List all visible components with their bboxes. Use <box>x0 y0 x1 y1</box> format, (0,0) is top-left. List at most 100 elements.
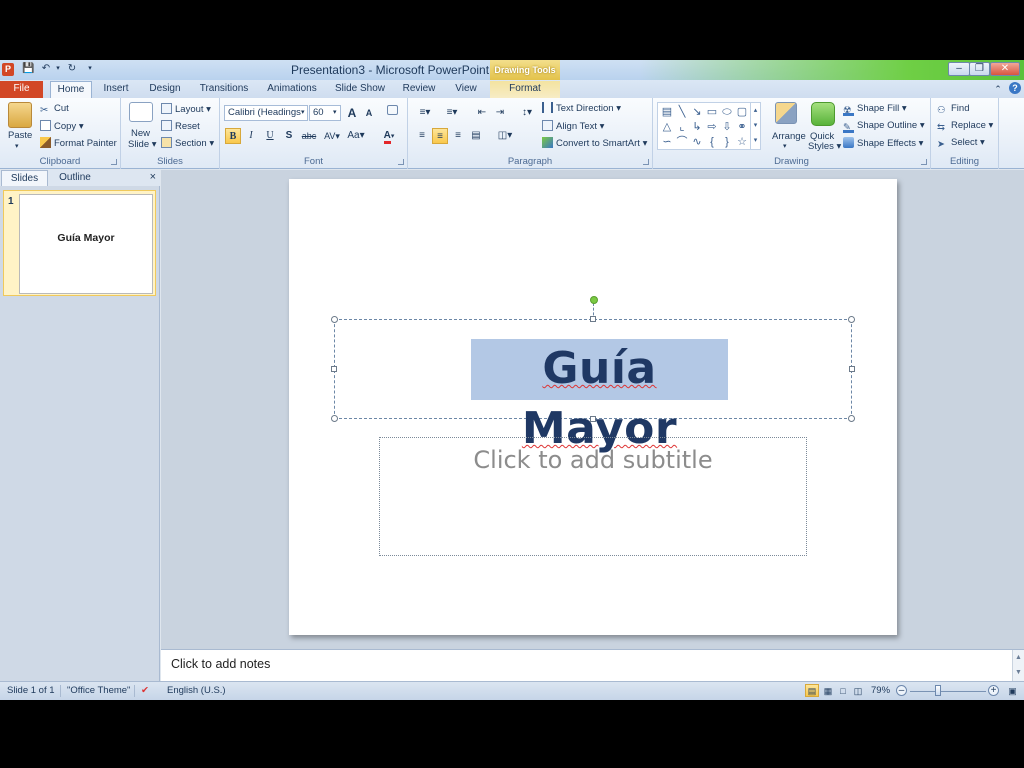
rectangle-shape-icon[interactable]: ▭ <box>705 105 719 119</box>
line-spacing-icon[interactable]: ↕▾ <box>516 105 538 121</box>
font-name-dropdown-icon[interactable]: ▾ <box>301 107 305 119</box>
down-arrow-shape-icon[interactable]: ⇩ <box>720 120 734 134</box>
find-button[interactable]: ⚇ Find <box>937 103 969 116</box>
align-left-icon[interactable]: ≡ <box>414 128 430 144</box>
change-case-button[interactable]: Aa▾ <box>345 128 367 144</box>
tab-transitions[interactable]: Transitions <box>196 81 252 98</box>
quick-styles-button-label[interactable]: Styles ▾ <box>808 141 841 153</box>
reading-view-icon[interactable]: □ <box>836 684 850 697</box>
curved-shape-icon[interactable]: ⚭ <box>735 120 749 134</box>
select-button[interactable]: ➤ Select ▾ <box>937 137 985 150</box>
justify-icon[interactable]: ▤ <box>468 128 484 144</box>
paste-button[interactable]: Paste <box>8 130 32 142</box>
minimize-ribbon-icon[interactable]: ⌃ <box>992 81 1004 98</box>
zoom-slider-track[interactable] <box>910 691 986 692</box>
tab-slides[interactable]: Slides <box>1 170 48 186</box>
tab-insert[interactable]: Insert <box>98 81 134 98</box>
shrink-font-button[interactable]: A <box>361 105 377 121</box>
replace-button[interactable]: ⇆ Replace ▾ <box>937 120 993 133</box>
font-name-combo[interactable]: Calibri (Headings) <box>224 105 308 121</box>
clear-formatting-icon[interactable] <box>384 105 400 121</box>
subtitle-placeholder[interactable]: Click to add subtitle <box>379 437 807 556</box>
curve-shape-icon[interactable]: ∿ <box>690 135 704 149</box>
resize-handle-right[interactable] <box>849 366 855 372</box>
clipboard-launcher-icon[interactable] <box>111 159 117 165</box>
star-shape-icon[interactable]: ☆ <box>735 135 749 149</box>
tab-outline[interactable]: Outline <box>50 170 100 186</box>
shape-effects-button[interactable]: Shape Effects ▾ <box>843 137 923 150</box>
slide-thumbnail-item[interactable]: 1 Guía Mayor <box>3 190 156 296</box>
resize-handle-left[interactable] <box>331 366 337 372</box>
convert-smartart-button[interactable]: Convert to SmartArt ▾ <box>542 137 647 150</box>
text-shadow-button[interactable]: S <box>281 128 297 144</box>
triangle-shape-icon[interactable]: △ <box>660 120 674 134</box>
arrange-dropdown-icon[interactable]: ▾ <box>783 141 787 153</box>
layout-button[interactable]: Layout ▾ <box>161 103 211 116</box>
underline-button[interactable]: U <box>262 128 278 144</box>
new-slide-button-label[interactable]: Slide ▾ <box>128 139 157 151</box>
slide-title-text[interactable]: Guía Mayor <box>471 339 728 454</box>
language-status[interactable]: English (U.S.) <box>167 685 226 696</box>
numbering-icon[interactable]: ≡▾ <box>440 105 464 121</box>
close-button[interactable]: ✕ <box>990 62 1020 76</box>
rotation-handle[interactable] <box>590 296 598 304</box>
shapes-gallery[interactable]: ▤ ╲ ↘ ▭ ⬭ ▢ △ ⌞ ↳ ⇨ ⇩ ⚭ ∽ ⌒ ∿ { } ☆ ▴ ▾ ▾ <box>657 102 761 150</box>
bold-button[interactable]: B <box>225 128 241 144</box>
tab-format[interactable]: Format <box>490 81 560 98</box>
oval-shape-icon[interactable]: ⬭ <box>720 105 734 119</box>
freeform-shape-icon[interactable]: ∽ <box>660 135 674 149</box>
shape-outline-button[interactable]: ✎ Shape Outline ▾ <box>843 120 925 133</box>
fit-slide-icon[interactable]: ▣ <box>1006 684 1019 697</box>
slide-show-view-icon[interactable]: ◫ <box>851 684 865 697</box>
grow-font-button[interactable]: A <box>344 105 360 121</box>
slide-thumbnail[interactable]: Guía Mayor <box>19 194 153 294</box>
shape-fill-button[interactable]: ☢ Shape Fill ▾ <box>843 103 907 116</box>
left-brace-shape-icon[interactable]: { <box>705 135 719 149</box>
decrease-indent-icon[interactable]: ⇤ <box>474 105 490 121</box>
text-direction-button[interactable]: Text Direction ▾ <box>542 102 621 115</box>
columns-icon[interactable]: ◫▾ <box>494 128 516 144</box>
align-right-icon[interactable]: ≡ <box>450 128 466 144</box>
resize-handle-top-left[interactable] <box>331 316 338 323</box>
quick-styles-icon[interactable] <box>811 102 835 126</box>
line-shape-icon[interactable]: ╲ <box>675 105 689 119</box>
restore-button[interactable]: ❐ <box>969 62 990 76</box>
tab-review[interactable]: Review <box>399 81 439 98</box>
zoom-in-button[interactable]: + <box>988 685 999 696</box>
spell-check-icon[interactable]: ✔ <box>141 685 149 696</box>
tab-view[interactable]: View <box>449 81 483 98</box>
tab-design[interactable]: Design <box>144 81 186 98</box>
title-placeholder[interactable]: Guía Mayor <box>331 296 855 454</box>
tab-file[interactable]: File <box>0 81 43 98</box>
normal-view-icon[interactable]: ▤ <box>805 684 819 697</box>
tab-slide-show[interactable]: Slide Show <box>332 81 388 98</box>
paste-icon[interactable] <box>8 102 32 128</box>
paragraph-launcher-icon[interactable] <box>643 159 649 165</box>
zoom-out-button[interactable]: – <box>896 685 907 696</box>
align-center-icon[interactable]: ≡ <box>432 128 448 144</box>
shapes-gallery-scroll[interactable]: ▴ ▾ ▾ <box>750 103 760 149</box>
resize-handle-bottom-left[interactable] <box>331 415 338 422</box>
text-box-shape-icon[interactable]: ▤ <box>660 105 674 119</box>
right-brace-shape-icon[interactable]: } <box>720 135 734 149</box>
arrange-button[interactable]: Arrange <box>772 131 806 143</box>
format-painter-button[interactable]: Format Painter <box>40 137 117 150</box>
strikethrough-button[interactable]: abc <box>299 128 319 144</box>
notes-pane[interactable]: Click to add notes ▲ ▼ <box>161 649 1024 682</box>
theme-status[interactable]: "Office Theme" <box>67 685 130 696</box>
reset-button[interactable]: Reset <box>161 120 200 133</box>
align-text-button[interactable]: Align Text ▾ <box>542 120 604 133</box>
font-size-dropdown-icon[interactable]: ▾ <box>333 107 337 119</box>
copy-button[interactable]: Copy ▾ <box>40 120 84 133</box>
font-color-button[interactable]: A▾ <box>378 128 400 144</box>
cut-button[interactable]: ✂ Cut <box>40 103 69 116</box>
slide-canvas[interactable]: Guía Mayor Click to add subtitle <box>289 179 897 635</box>
zoom-level[interactable]: 79% <box>871 685 890 696</box>
resize-handle-top[interactable] <box>590 316 596 322</box>
notes-scrollbar[interactable]: ▲ ▼ <box>1012 650 1024 682</box>
tab-home[interactable]: Home <box>50 81 92 98</box>
new-slide-icon[interactable] <box>129 102 153 122</box>
slide-sorter-view-icon[interactable]: ▦ <box>821 684 835 697</box>
drawing-launcher-icon[interactable] <box>921 159 927 165</box>
font-launcher-icon[interactable] <box>398 159 404 165</box>
